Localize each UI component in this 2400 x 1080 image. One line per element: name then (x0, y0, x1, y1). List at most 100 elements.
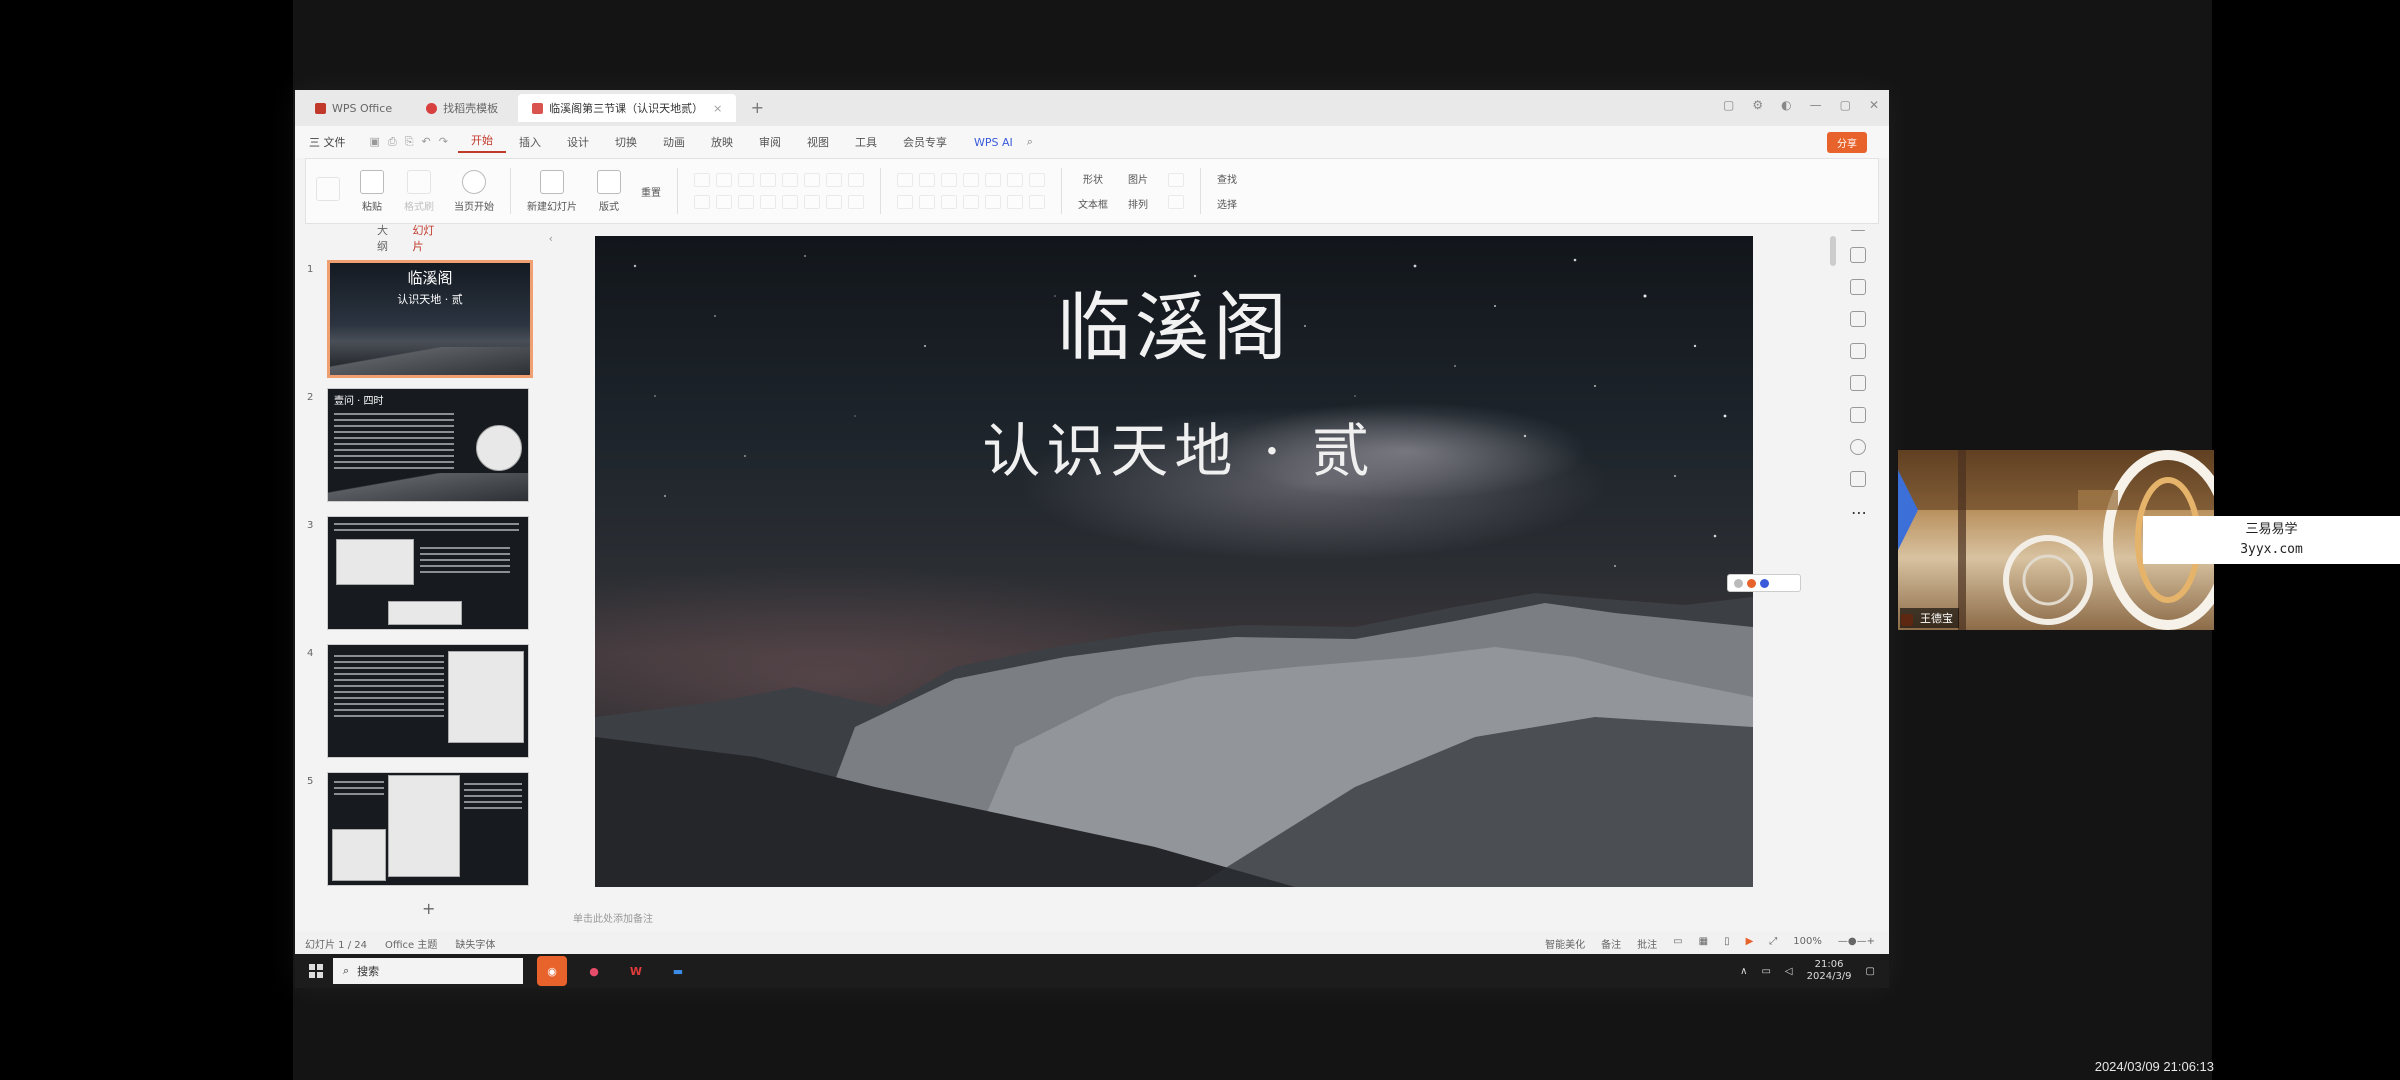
new-tab-button[interactable]: + (746, 97, 768, 119)
tab-slides[interactable]: 幻灯片 (412, 222, 444, 254)
taskbar-search[interactable]: ⌕ 搜索 (333, 958, 523, 984)
slideshow-icon[interactable]: ▶ (1746, 936, 1754, 951)
search-icon[interactable]: ⌕ (1027, 135, 1033, 149)
wps-logo-icon (315, 102, 326, 114)
recording-app-icon[interactable]: ● (579, 956, 609, 986)
slide-thumbnail-3[interactable] (327, 516, 529, 630)
notification-icon[interactable]: ▢ (1866, 966, 1875, 977)
reset-button[interactable]: 重置 (631, 159, 671, 223)
paste-button[interactable]: 粘贴 (350, 159, 394, 223)
zoom-slider[interactable]: —●—+ (1838, 936, 1875, 951)
network-icon[interactable]: ▭ (1761, 966, 1770, 977)
menu-home[interactable]: 开始 (457, 132, 506, 153)
menu-transition[interactable]: 切换 (602, 134, 650, 150)
print-icon[interactable]: ⎘ (405, 135, 414, 149)
ai-icon[interactable] (1747, 578, 1756, 588)
wps-ai-button[interactable]: WPS AI (960, 136, 1027, 149)
cut-group[interactable] (306, 159, 350, 223)
slide-title[interactable]: 临溪阁 (595, 268, 1753, 375)
menu-design[interactable]: 设计 (554, 134, 602, 150)
slide-subtitle[interactable]: 认识天地 · 贰 (595, 404, 1753, 488)
slide-canvas[interactable]: 临溪阁 认识天地 · 贰 (595, 236, 1753, 887)
zoom-icon[interactable] (1734, 578, 1743, 588)
play-label: 当页开始 (454, 201, 494, 213)
wps-taskbar-icon[interactable]: W (621, 956, 651, 986)
zoom-level[interactable]: 100% (1793, 936, 1822, 951)
tab-presentation[interactable]: 临溪阁第三节课（认识天地贰） × (518, 94, 737, 122)
sorter-view-icon[interactable]: ▦ (1699, 936, 1708, 951)
vertical-scrollbar[interactable] (1830, 236, 1836, 266)
export-pdf-icon[interactable]: ⎙ (388, 135, 397, 149)
menu-animation[interactable]: 动画 (650, 134, 698, 150)
arrange-button[interactable]: 排列 (1128, 196, 1148, 211)
wechat-icon[interactable]: ◉ (537, 956, 567, 986)
maximize-icon[interactable]: ▢ (1840, 98, 1851, 112)
play-from-current-button[interactable]: 当页开始 (444, 159, 504, 223)
copy-icon[interactable] (1850, 311, 1866, 327)
menu-insert[interactable]: 插入 (506, 134, 554, 150)
close-icon[interactable]: × (713, 102, 722, 115)
floating-toolbar[interactable] (1727, 574, 1801, 592)
missing-font[interactable]: 缺失字体 (455, 936, 495, 951)
layout-button[interactable]: 版式 (587, 159, 631, 223)
layout-icon[interactable]: ▢ (1723, 98, 1734, 112)
layers-icon[interactable] (1850, 407, 1866, 423)
windows-start-icon[interactable] (309, 964, 323, 978)
slide-thumbnail-4[interactable] (327, 644, 529, 758)
image-button[interactable]: 图片 (1128, 171, 1148, 186)
font-group[interactable] (684, 159, 874, 223)
misc-group[interactable] (1158, 159, 1194, 223)
tab-wps-office[interactable]: WPS Office (301, 94, 406, 122)
format-painter-button[interactable]: 格式刷 (394, 159, 444, 223)
notes-area[interactable]: 单击此处添加备注 (573, 910, 653, 925)
notes-toggle[interactable]: 备注 (1601, 936, 1621, 951)
help-icon[interactable] (1850, 439, 1866, 455)
reading-view-icon[interactable]: ▯ (1724, 936, 1730, 951)
divider (880, 168, 881, 214)
help-icon[interactable] (1760, 578, 1769, 588)
animation-icon[interactable] (1850, 471, 1866, 487)
save-icon[interactable]: ▣ (370, 135, 380, 149)
menu-tools[interactable]: 工具 (842, 134, 890, 150)
tab-template[interactable]: 找稻壳模板 (412, 94, 512, 122)
select-button[interactable]: 选择 (1217, 196, 1237, 211)
slide-thumbnail-1[interactable]: 临溪阁 认识天地 · 贰 (327, 260, 533, 378)
menu-member[interactable]: 会员专享 (890, 134, 960, 150)
style-icon[interactable] (1850, 247, 1866, 263)
menu-view[interactable]: 视图 (794, 134, 842, 150)
undo-icon[interactable]: ↶ (422, 135, 431, 149)
settings-icon[interactable]: ⚙ (1752, 98, 1763, 112)
normal-view-icon[interactable]: ▭ (1673, 936, 1682, 951)
menu-slideshow[interactable]: 放映 (698, 134, 746, 150)
menu-review[interactable]: 审阅 (746, 134, 794, 150)
paragraph-group[interactable] (887, 159, 1055, 223)
collapse-pane-icon[interactable]: ‹ (549, 232, 553, 245)
comments-toggle[interactable]: 批注 (1637, 936, 1657, 951)
volume-icon[interactable]: ◁ (1785, 966, 1793, 977)
tab-outline[interactable]: 大纲 (377, 222, 398, 254)
user-icon[interactable]: ◐ (1781, 98, 1791, 112)
collapse-icon[interactable] (1851, 230, 1865, 231)
close-window-icon[interactable]: ✕ (1869, 98, 1879, 112)
image-icon[interactable] (1850, 343, 1866, 359)
redo-icon[interactable]: ↷ (439, 135, 448, 149)
slide-thumbnail-5[interactable] (327, 772, 529, 886)
menu-file[interactable]: 三 文件 (295, 134, 360, 150)
minimize-icon[interactable]: — (1810, 98, 1822, 112)
fit-icon[interactable]: ⤢ (1769, 936, 1777, 951)
meeting-app-icon[interactable]: ▬ (663, 956, 693, 986)
system-clock[interactable]: 21:06 2024/3/9 (1807, 959, 1852, 983)
star-icon[interactable] (1850, 279, 1866, 295)
tools-icon[interactable] (1850, 375, 1866, 391)
theme-name[interactable]: Office 主题 (385, 936, 437, 951)
new-slide-button[interactable]: 新建幻灯片 (517, 159, 587, 223)
find-button[interactable]: 查找 (1217, 171, 1237, 186)
tray-expand-icon[interactable]: ∧ (1740, 966, 1747, 977)
share-button[interactable]: 分享 (1827, 132, 1867, 153)
slide-thumbnail-2[interactable]: 壹问 · 四时 (327, 388, 529, 502)
shape-button[interactable]: 形状 (1083, 171, 1103, 186)
more-icon[interactable]: ⋯ (1851, 503, 1867, 522)
textbox-button[interactable]: 文本框 (1078, 196, 1108, 211)
add-slide-button[interactable]: + (422, 899, 435, 918)
smart-beautify-button[interactable]: 智能美化 (1545, 936, 1585, 951)
